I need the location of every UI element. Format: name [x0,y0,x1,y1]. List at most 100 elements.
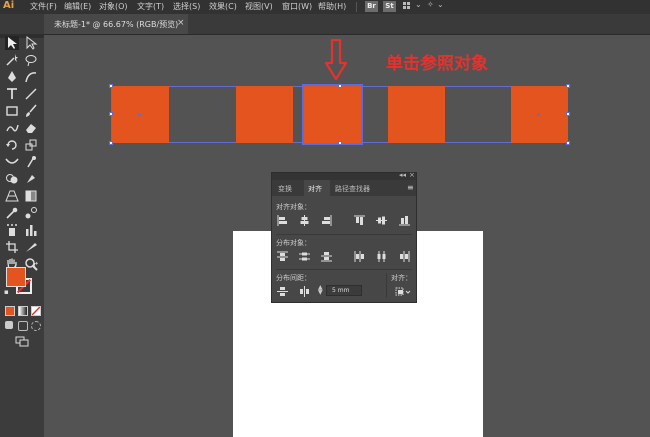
eyedropper-tool-icon[interactable] [5,206,19,220]
menu-type[interactable]: 文字(T) [137,1,164,12]
screen-mode-icon[interactable] [15,334,29,348]
document-tab[interactable]: 未标题-1* @ 66.67% (RGB/预览) × [44,14,188,34]
panel-menu-icon[interactable]: ≡ [407,183,414,192]
menu-help[interactable]: 帮助(H) [318,1,346,12]
bounding-handle[interactable] [109,141,113,145]
bounding-handle[interactable] [566,141,570,145]
orange-square-3[interactable] [388,86,445,143]
close-icon[interactable]: × [177,18,185,28]
menu-edit[interactable]: 编辑(E) [64,1,91,12]
draw-behind-icon[interactable] [18,321,28,331]
chevron-down-icon[interactable]: ⌄ [437,0,444,9]
bounding-handle[interactable] [109,84,113,88]
annotation-text: 单击参照对象 [386,54,488,74]
rotate-tool-icon[interactable] [5,138,19,152]
document-tab-bar: 未标题-1* @ 66.67% (RGB/预览) × [0,14,650,35]
bounding-handle[interactable] [566,112,570,116]
orange-square-key-object[interactable] [302,84,363,145]
distribute-top-icon[interactable] [277,251,288,262]
tab-pathfinder[interactable]: 路径查找器 [335,184,370,194]
swap-colors-icon[interactable]: ↱ [33,261,41,269]
line-tool-icon[interactable] [24,87,38,101]
menu-object[interactable]: 对象(O) [99,1,128,12]
menu-effect[interactable]: 效果(C) [209,1,237,12]
spacing-input[interactable]: 5 mm [326,285,362,296]
puppet-warp-tool-icon[interactable] [24,155,38,169]
chevron-down-icon[interactable]: ⌄ [415,0,422,9]
curvature-tool-icon[interactable] [24,70,38,84]
workspace-grid-icon[interactable] [403,2,413,12]
align-top-icon[interactable] [354,215,365,226]
tab-transform[interactable]: 变换 [278,184,292,194]
fill-swatch[interactable] [6,267,26,287]
slice-tool-icon[interactable] [24,240,38,254]
align-to-key-object-icon[interactable] [395,287,411,297]
direct-selection-tool-icon[interactable] [24,36,38,50]
center-point [138,113,141,116]
menu-file[interactable]: 文件(F) [30,1,57,12]
center-point [537,113,540,116]
menu-bar: Ai 文件(F) 编辑(E) 对象(O) 文字(T) 选择(S) 效果(C) 视… [0,0,650,14]
live-paint-tool-icon[interactable] [24,172,38,186]
none-mode-icon[interactable] [31,306,41,316]
tools-panel: ▪ ↱ [0,34,44,437]
shape-builder-tool-icon[interactable] [5,172,19,186]
align-objects-label: 对齐对象： [276,203,311,211]
color-mode-icon[interactable] [5,306,15,316]
symbol-sprayer-tool-icon[interactable] [5,223,19,237]
magic-wand-tool-icon[interactable] [5,53,19,67]
panel-divider [276,234,412,235]
default-colors-icon[interactable]: ▪ [4,288,12,296]
selection-tool-icon[interactable] [5,36,19,50]
perspective-grid-tool-icon[interactable] [5,189,19,203]
pen-tool-icon[interactable] [5,70,19,84]
panel-header[interactable]: ◂◂ × [272,171,416,180]
stock-button[interactable]: St [383,1,396,12]
blend-tool-icon[interactable] [24,206,38,220]
distribute-right-icon[interactable] [399,251,410,262]
distribute-horizontal-center-icon[interactable] [376,251,387,262]
artboard-tool-icon[interactable] [5,240,19,254]
tab-align[interactable]: 对齐 [308,184,322,194]
width-tool-icon[interactable] [5,155,19,169]
vertical-distribute-space-icon[interactable] [277,286,288,297]
align-left-icon[interactable] [277,215,288,226]
distribute-bottom-icon[interactable] [321,251,332,262]
menu-select[interactable]: 选择(S) [173,1,200,12]
orange-square-2[interactable] [236,86,293,143]
paintbrush-tool-icon[interactable] [24,104,38,118]
column-graph-tool-icon[interactable] [24,223,38,237]
menu-separator [356,2,357,12]
bounding-handle[interactable] [338,84,342,88]
type-tool-icon[interactable] [5,87,19,101]
align-bottom-icon[interactable] [399,215,410,226]
menu-window[interactable]: 窗口(W) [282,1,312,12]
lasso-tool-icon[interactable] [24,53,38,67]
menu-view[interactable]: 视图(V) [245,1,273,12]
eraser-tool-icon[interactable] [24,121,38,135]
horizontal-distribute-space-icon[interactable] [299,286,310,297]
close-icon[interactable]: × [409,171,415,179]
collapse-icon[interactable]: ◂◂ [399,171,406,179]
scale-tool-icon[interactable] [24,138,38,152]
bridge-button[interactable]: Br [365,1,378,12]
draw-normal-icon[interactable] [5,321,13,329]
rectangle-tool-icon[interactable] [5,104,19,118]
gradient-mode-icon[interactable] [18,306,28,316]
align-vertical-center-icon[interactable] [376,215,387,226]
draw-inside-icon[interactable] [31,321,41,331]
distribute-vertical-center-icon[interactable] [299,251,310,262]
align-horizontal-center-icon[interactable] [299,215,310,226]
panel-divider [276,269,412,270]
distribute-spacing-label: 分布间距： [276,274,311,282]
bounding-handle[interactable] [566,84,570,88]
bounding-handle[interactable] [109,112,113,116]
gradient-tool-icon[interactable] [24,189,38,203]
bounding-handle[interactable] [338,141,342,145]
document-tab-label: 未标题-1* @ 66.67% (RGB/预览) [54,20,179,29]
shaper-tool-icon[interactable] [5,121,19,135]
distribute-left-icon[interactable] [354,251,365,262]
spacing-stepper[interactable]: ▲ ▼ [318,285,323,296]
align-right-icon[interactable] [321,215,332,226]
gpu-icon[interactable]: ✧ [427,0,434,9]
